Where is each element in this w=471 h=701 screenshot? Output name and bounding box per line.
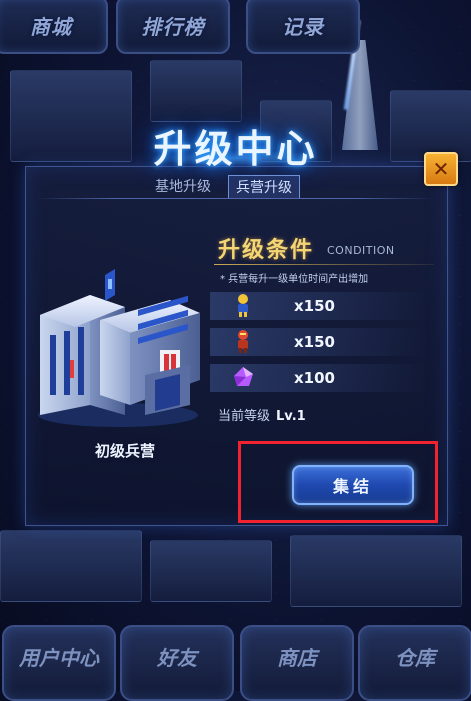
bottom-nav: 用户中心 好友 商店 仓库: [0, 621, 471, 701]
nav-leaderboard-button[interactable]: 排行榜: [116, 0, 230, 54]
nav-records-button[interactable]: 记录: [246, 0, 360, 54]
red-soldier-icon: [238, 330, 248, 353]
upgrade-tabs: 基地升级 兵营升级: [148, 175, 300, 199]
condition-note: * 兵营每升一级单位时间产出增加: [220, 274, 369, 285]
nav-warehouse-label: 仓库: [395, 645, 435, 670]
nav-user-center-label: 用户中心: [19, 645, 99, 670]
resource-amount: x150: [294, 333, 335, 351]
tab-divider: [35, 198, 435, 199]
nav-store-button[interactable]: 商店: [240, 625, 354, 701]
level-value: Lv.1: [276, 409, 306, 424]
highlight-box: [238, 441, 438, 523]
tab-barracks-upgrade[interactable]: 兵营升级: [228, 175, 300, 199]
background-building: [290, 535, 462, 607]
condition-divider: [214, 264, 434, 265]
building-name: 初级兵营: [94, 442, 155, 460]
nav-user-center-button[interactable]: 用户中心: [2, 625, 116, 701]
dialog-title: 升级中心: [153, 127, 318, 171]
close-button[interactable]: ✕: [424, 152, 458, 186]
purple-crystal-icon: [234, 367, 253, 386]
condition-title-en: CONDITION: [327, 244, 395, 257]
resource-row: x150: [210, 290, 430, 320]
nav-warehouse-button[interactable]: 仓库: [358, 625, 471, 701]
barracks-building-image: [38, 269, 200, 427]
nav-friends-button[interactable]: 好友: [120, 625, 234, 701]
background-building: [150, 60, 242, 122]
background-building: [0, 530, 142, 602]
tab-base-upgrade[interactable]: 基地升级: [148, 175, 218, 197]
resource-row: x100: [210, 362, 430, 392]
resource-row: x150: [210, 326, 430, 356]
condition-title: 升级条件: [218, 238, 315, 263]
background-building: [150, 540, 272, 602]
nav-friends-label: 好友: [157, 645, 197, 670]
nav-store-label: 商店: [277, 645, 317, 670]
top-nav: 商城 排行榜 记录: [0, 0, 471, 54]
resource-amount: x150: [294, 297, 335, 315]
level-label: 当前等级: [218, 409, 271, 424]
close-icon: ✕: [432, 157, 450, 181]
nav-shop-button[interactable]: 商城: [0, 0, 108, 54]
yellow-soldier-icon: [238, 294, 248, 317]
current-level: 当前等级 Lv.1: [218, 405, 306, 424]
resource-amount: x100: [294, 369, 335, 387]
